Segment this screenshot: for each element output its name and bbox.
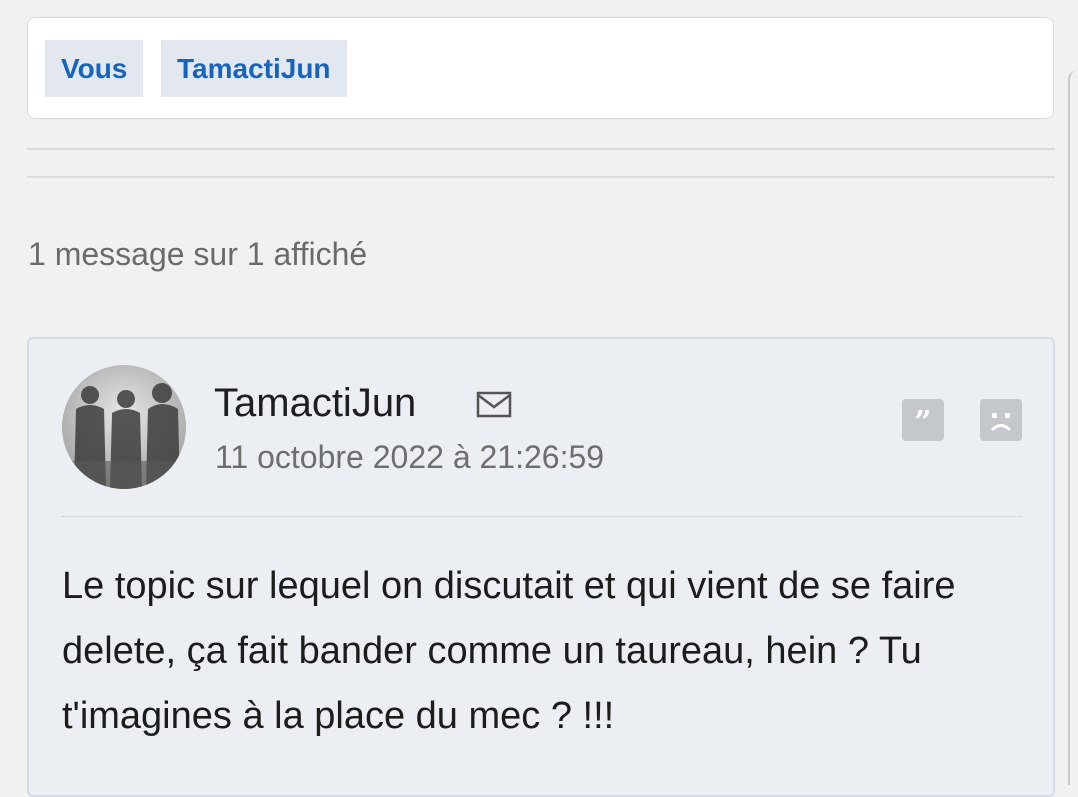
scrollbar-track[interactable] bbox=[1068, 70, 1078, 785]
participant-chip-tamactijun[interactable]: TamactiJun bbox=[161, 40, 347, 97]
message-count-label: 1 message sur 1 affiché bbox=[28, 236, 368, 272]
message-card: TamactiJun 11 octobre 2022 à 21:26:59 ” … bbox=[27, 337, 1055, 797]
sad-face-report-icon[interactable] bbox=[980, 399, 1022, 441]
svg-text:”: ” bbox=[914, 405, 931, 440]
mail-icon[interactable] bbox=[475, 388, 515, 422]
separator-line bbox=[27, 176, 1055, 178]
author-username[interactable]: TamactiJun bbox=[214, 381, 416, 426]
participant-chip-you[interactable]: Vous bbox=[45, 40, 144, 97]
message-body: Le topic sur lequel on discutait et qui … bbox=[62, 565, 956, 737]
message-divider bbox=[62, 516, 1022, 517]
avatar[interactable] bbox=[62, 365, 186, 489]
quote-icon[interactable]: ” bbox=[902, 399, 944, 441]
message-timestamp: 11 octobre 2022 à 21:26:59 bbox=[215, 439, 605, 475]
separator-line bbox=[27, 148, 1055, 150]
participants-bar: Vous TamactiJun bbox=[27, 17, 1054, 119]
